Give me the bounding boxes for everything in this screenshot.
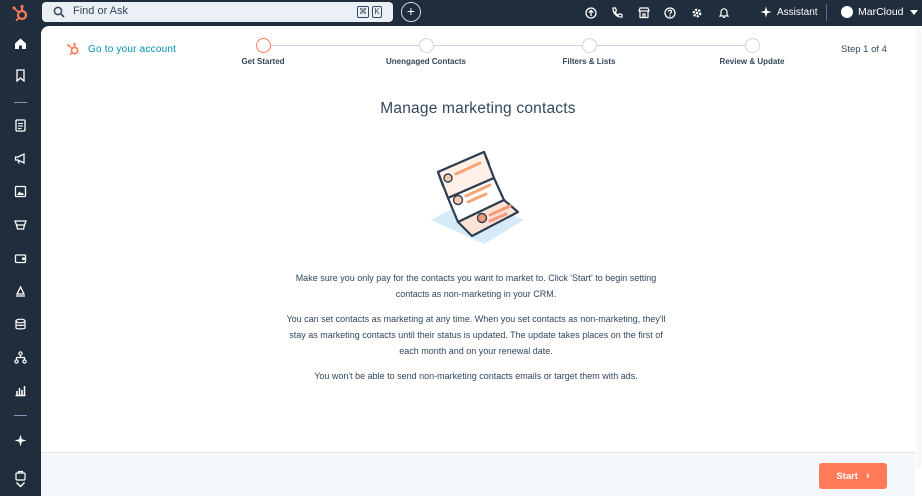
nav-divider [14, 102, 27, 103]
topbar-divider [826, 4, 827, 21]
help-icon[interactable] [663, 6, 677, 20]
collapse-chevron-down-icon[interactable] [14, 478, 27, 491]
shortcut-key-cmd: ⌘ [357, 6, 369, 18]
marketing-megaphone-icon[interactable] [14, 152, 27, 165]
shortcut-key-k: K [372, 6, 382, 18]
page-title: Manage marketing contacts [380, 100, 576, 117]
account-name: MarCloud [858, 6, 904, 18]
wizard-footer: Start › [41, 452, 915, 496]
go-to-account-label: Go to your account [88, 43, 177, 55]
contacts-icon[interactable] [14, 119, 27, 132]
org-chart-icon[interactable] [14, 351, 27, 364]
assistant-sparkle-icon [760, 6, 772, 18]
top-navigation-bar: Find or Ask ⌘ K + Assistant MarCloud [0, 0, 922, 26]
commerce-icon[interactable] [14, 218, 27, 231]
assistant-label: Assistant [777, 6, 818, 18]
avatar [841, 6, 853, 18]
search-icon [53, 6, 65, 18]
intro-text: Make sure you only pay for the contacts … [281, 270, 671, 393]
bookmark-icon[interactable] [14, 69, 27, 82]
notifications-bell-icon[interactable] [717, 6, 731, 20]
search-placeholder: Find or Ask [73, 5, 129, 17]
upgrade-icon[interactable] [584, 6, 598, 20]
search-input[interactable]: Find or Ask ⌘ K [42, 2, 393, 22]
sparkle-icon[interactable] [14, 434, 27, 447]
step-indicator-2 [419, 38, 434, 53]
service-icon[interactable] [14, 252, 27, 265]
step-indicator-3 [582, 38, 597, 53]
progress-track [263, 45, 752, 46]
step-indicator-1 [256, 38, 271, 53]
step-label-4: Review & Update [719, 57, 785, 66]
step-indicator-4 [745, 38, 760, 53]
page-scrollbar[interactable] [915, 26, 922, 496]
go-to-account-link[interactable]: Go to your account [66, 42, 176, 56]
step-counter: Step 1 of 4 [841, 44, 887, 55]
assistant-button[interactable]: Assistant [760, 4, 818, 20]
start-button-label: Start [836, 470, 858, 482]
step-label-1: Get Started [241, 57, 285, 66]
marketplace-icon[interactable] [637, 6, 651, 20]
step-label-3: Filters & Lists [562, 57, 616, 66]
home-icon[interactable] [14, 37, 27, 50]
main-panel: Go to your account Get Started Unengaged… [41, 26, 915, 496]
hubspot-sprocket-icon [67, 42, 79, 56]
hubspot-logo-icon[interactable] [11, 4, 29, 22]
start-button[interactable]: Start › [819, 463, 887, 489]
contacts-cards-illustration [431, 150, 524, 244]
content-icon[interactable] [14, 185, 27, 198]
nav-divider [14, 415, 27, 416]
intro-paragraph-2: You can set contacts as marketing at any… [286, 314, 666, 356]
account-menu[interactable]: MarCloud [841, 4, 918, 20]
intro-paragraph-1: Make sure you only pay for the contacts … [295, 273, 657, 299]
data-management-icon[interactable] [14, 318, 27, 331]
chevron-right-icon: › [865, 470, 870, 482]
scrollbar-thumb[interactable] [916, 28, 921, 468]
create-new-button[interactable]: + [401, 2, 421, 22]
settings-gear-icon[interactable] [690, 6, 704, 20]
step-label-2: Unengaged Contacts [385, 57, 467, 66]
reporting-icon[interactable] [14, 384, 27, 397]
calling-icon[interactable] [610, 6, 624, 20]
intro-paragraph-3: You won't be able to send non-marketing … [314, 371, 638, 381]
chevron-down-icon [909, 9, 918, 15]
automation-icon[interactable] [14, 285, 27, 298]
left-sidebar [0, 26, 41, 496]
